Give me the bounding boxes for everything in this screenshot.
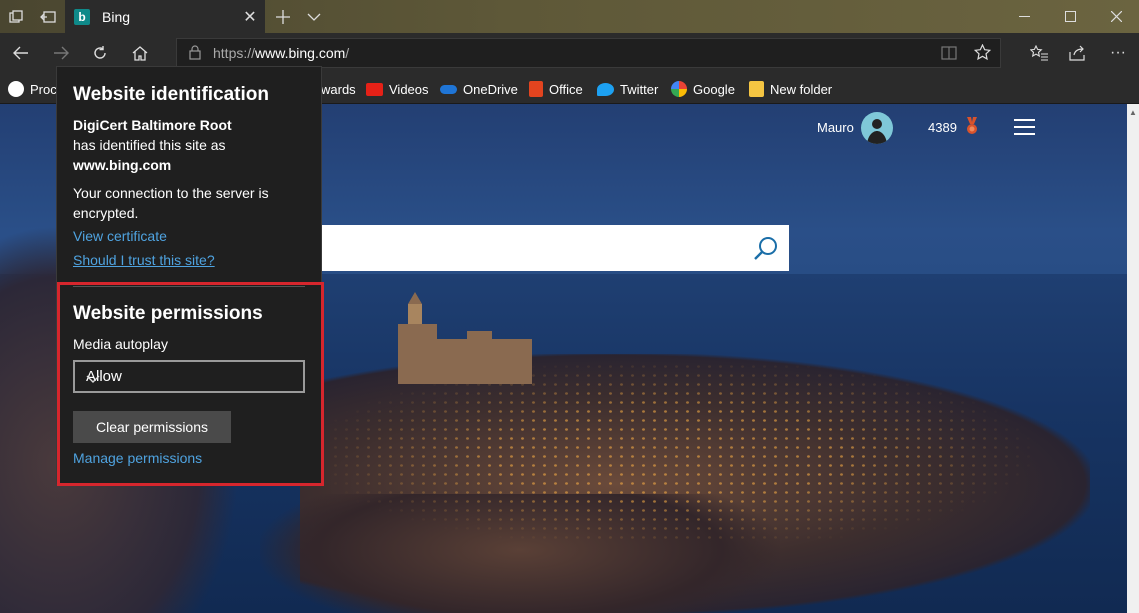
favorite-item-rewards[interactable]: wards: [321, 80, 356, 98]
favorite-label: New folder: [770, 81, 833, 97]
favorite-label: Office: [549, 81, 583, 97]
tab-preview-chevron-icon[interactable]: [298, 0, 330, 33]
favorite-label: Proc: [30, 81, 57, 97]
maximize-icon[interactable]: [1047, 0, 1093, 33]
forward-icon[interactable]: [42, 37, 80, 69]
media-autoplay-label: Media autoplay: [73, 336, 168, 352]
favorite-item-videos[interactable]: Videos: [366, 80, 429, 98]
refresh-icon[interactable]: [81, 37, 119, 69]
rewards-medal-icon[interactable]: [965, 117, 979, 140]
scrollbar[interactable]: ▲: [1127, 104, 1139, 613]
folder-icon: [749, 81, 764, 97]
divider: [73, 286, 305, 287]
site-info-flyout: Website identification DigiCert Baltimor…: [56, 66, 322, 484]
clear-permissions-button[interactable]: Clear permissions: [73, 411, 231, 443]
connection-text-line1: Your connection to the server is: [73, 185, 269, 201]
user-name[interactable]: Mauro: [817, 120, 854, 135]
home-icon[interactable]: [121, 37, 159, 69]
close-window-icon[interactable]: [1093, 0, 1139, 33]
favorite-label: OneDrive: [463, 81, 518, 97]
certificate-issuer: DigiCert Baltimore Root: [73, 117, 232, 133]
favorite-label: Videos: [389, 81, 429, 97]
share-icon[interactable]: [1059, 37, 1097, 69]
background-church: [398, 292, 532, 384]
reading-view-icon[interactable]: [941, 46, 957, 65]
back-icon[interactable]: [2, 37, 40, 69]
minimize-icon[interactable]: [1001, 0, 1047, 33]
favorite-item-google[interactable]: Google: [671, 80, 735, 98]
favorite-item-proc[interactable]: Proc: [8, 80, 57, 98]
media-autoplay-select[interactable]: Allow: [73, 360, 305, 393]
search-input[interactable]: [322, 225, 789, 271]
favorite-star-icon[interactable]: [973, 43, 992, 66]
favorite-label: Twitter: [620, 81, 659, 97]
office-icon: [529, 81, 543, 97]
identified-text: has identified this site as: [73, 137, 226, 153]
set-tabs-aside-icon[interactable]: [32, 0, 64, 33]
youtube-icon: [366, 82, 383, 96]
url-text: https://www.bing.com/: [213, 45, 350, 61]
title-bar: b Bing ✕: [0, 0, 1139, 33]
connection-text-line2: encrypted.: [73, 205, 139, 221]
search-icon[interactable]: [753, 235, 779, 266]
favorite-item-office[interactable]: Office: [529, 80, 583, 98]
new-tab-icon[interactable]: [267, 0, 299, 33]
twitter-icon: [597, 82, 614, 96]
favorite-item-onedrive[interactable]: OneDrive: [440, 80, 518, 98]
favorite-item-twitter[interactable]: Twitter: [597, 80, 658, 98]
favorite-label: Google: [693, 81, 735, 97]
chevron-down-icon: [86, 370, 294, 387]
tab-manager-icon[interactable]: [0, 0, 32, 33]
tab-title: Bing: [102, 8, 131, 25]
identification-title: Website identification: [73, 84, 270, 105]
identified-site: www.bing.com: [73, 157, 172, 173]
trust-site-link[interactable]: Should I trust this site?: [73, 252, 215, 268]
tab-bing[interactable]: b Bing ✕: [65, 0, 265, 33]
menu-icon[interactable]: [1014, 119, 1035, 140]
lock-icon[interactable]: [189, 45, 201, 65]
favorites-hub-icon[interactable]: [1020, 37, 1058, 69]
google-icon: [671, 81, 687, 97]
view-certificate-link[interactable]: View certificate: [73, 228, 167, 244]
dell-icon: [8, 81, 24, 97]
favorite-item-new-folder[interactable]: New folder: [749, 80, 832, 98]
manage-permissions-link[interactable]: Manage permissions: [73, 450, 202, 466]
favorite-label: wards: [321, 81, 356, 97]
rewards-points[interactable]: 4389: [928, 120, 957, 135]
onedrive-icon: [440, 84, 457, 94]
permissions-title: Website permissions: [73, 303, 263, 324]
avatar[interactable]: [861, 112, 893, 144]
more-options-icon[interactable]: ···: [1099, 37, 1137, 69]
address-bar[interactable]: https://www.bing.com/: [176, 38, 1001, 68]
tab-close-icon[interactable]: ✕: [235, 7, 265, 27]
scroll-up-icon[interactable]: ▲: [1129, 108, 1137, 117]
bing-favicon-icon: b: [74, 8, 90, 25]
